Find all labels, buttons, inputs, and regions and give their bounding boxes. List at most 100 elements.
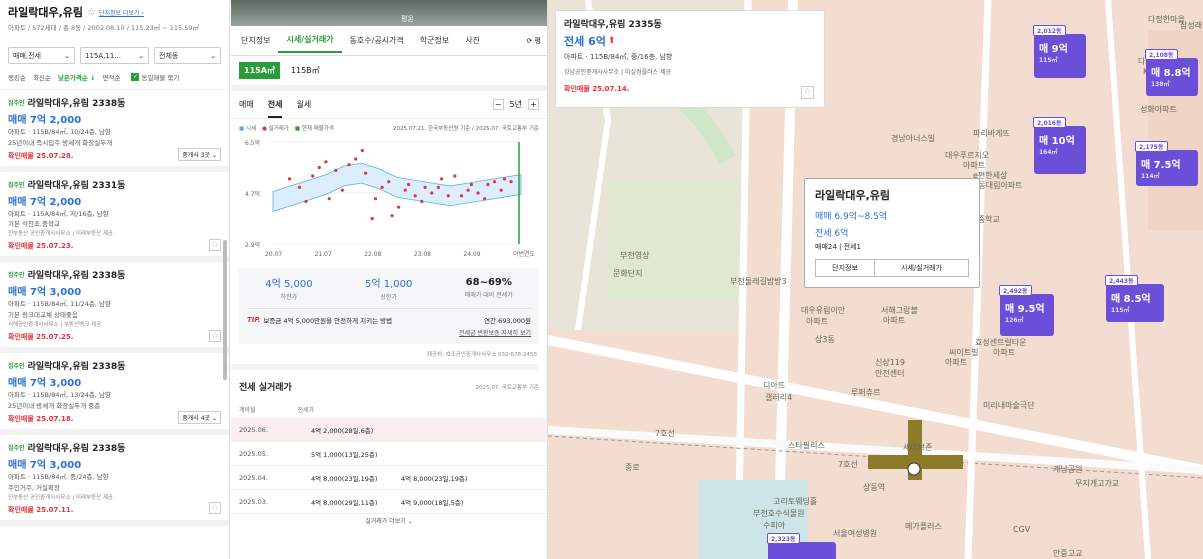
subtab-sale[interactable]: 매매: [239, 99, 254, 110]
tab-unit-price[interactable]: 동호수/공시가격: [342, 29, 412, 53]
actual-trade-point: [363, 171, 368, 175]
marker-price: 매 10억: [1039, 136, 1075, 147]
price-marker[interactable]: 2,175동 매 7.5억 114㎡: [1135, 141, 1198, 186]
actual-trade-point: [499, 188, 503, 192]
owner-tag: 집주인: [8, 100, 25, 107]
listing-agency: 서해공인중개사사무소 | 부동산뱅크 제공: [8, 322, 102, 329]
listing-name: 라일락대우,유림 2338동: [27, 443, 126, 454]
agency-count-button[interactable]: 중개사 3곳 ⌄: [178, 147, 221, 161]
period-plus-button[interactable]: +: [528, 99, 539, 110]
x-tick-label: 22.08: [364, 251, 381, 258]
trade-price: 4억 2,000(28일,6층): [311, 426, 374, 435]
favorite-star-icon[interactable]: ☆: [87, 7, 96, 18]
confirm-date: 확인매물 25.07.28.: [8, 151, 74, 160]
list-scrollbar[interactable]: [223, 240, 227, 380]
listing-item[interactable]: 집주인 라일락대우,유림 2338동 매매 7억 3,000 아파트 · 115B…: [0, 353, 229, 435]
sort-area[interactable]: 면적순: [103, 72, 121, 82]
marker-area: 126㎡: [1005, 317, 1024, 324]
complex-info-link[interactable]: 단지정보 더보기 ›: [99, 8, 144, 17]
favorite-icon[interactable]: ☆: [209, 238, 221, 251]
listing-card[interactable]: 라일락대우,유림 2335동 전세 6억 ⬆ 아파트 · 115B/84㎡, 중/…: [555, 10, 825, 108]
tab-school[interactable]: 학군정보: [412, 29, 457, 53]
marker-area: 114㎡: [1141, 173, 1160, 180]
price-chart[interactable]: 6.5억 4.7억 2.9억 20.07 21.07 22.08 23.08 24.09 이번연…: [231, 134, 548, 264]
complex-meta: 아파트 / 572세대 / 총 8동 / 2002.08.10 / 115.23…: [8, 24, 200, 32]
owner-tag: 집주인: [8, 272, 25, 280]
trade-month: 2025.05.: [239, 449, 268, 458]
actual-trade-point: [347, 163, 351, 167]
map-label: 7호선: [655, 429, 675, 438]
listing-name: 라일락대우,유림 2338동: [27, 99, 126, 109]
tab-photos[interactable]: 사진: [457, 29, 488, 53]
actual-trade-point: [413, 194, 417, 198]
trade-row: 2025.06. 4억 2,000(28일,6층): [231, 418, 547, 442]
card-favorite-icon[interactable]: ☆: [801, 86, 814, 99]
map-view[interactable]: 다정한마을삼성래미안아파트다정한마을KCC스위첸파리바게뜨성화아파트경남아너스빌…: [548, 0, 1203, 559]
price-marker[interactable]: 2,492동 매 9.5억 126㎡: [999, 285, 1054, 336]
marker-area: 164㎡: [1039, 149, 1058, 156]
marker-area: 138㎡: [1151, 81, 1170, 88]
popup-info-button[interactable]: 단지정보: [816, 260, 876, 276]
x-tick-label: 21.07: [315, 251, 332, 258]
stat-low: 4억 5,000 하한가: [265, 279, 313, 301]
map-label: 스타필리스: [788, 441, 825, 450]
map-label: 안중고교: [1053, 549, 1083, 558]
map-label: 수피아: [763, 521, 786, 530]
filter-building[interactable]: 전체동 ⌄: [154, 47, 222, 64]
complex-popup[interactable]: 라일락대우,유림 매매 6.9억~8.5억 전세 6억 매매24 | 전세1 단…: [804, 178, 980, 288]
sort-low-price[interactable]: 낮은가격순 ↓: [58, 72, 96, 82]
price-marker[interactable]: 2,016동 매 10억 164㎡: [1033, 117, 1086, 174]
trade-source: 2025.07. 국토교통부 기준: [475, 384, 539, 391]
refresh-button[interactable]: ⟳ 평: [526, 36, 541, 46]
price-marker[interactable]: 2,443동 매 8.5억 115㎡: [1105, 275, 1164, 322]
listing-detail: 아파트 · 115B/84㎡, 13/24층, 남향: [8, 391, 111, 400]
area-115b[interactable]: 115B㎡: [286, 62, 325, 79]
subtab-jeonse[interactable]: 전세: [267, 99, 283, 118]
listing-detail: 아파트 · 115B/84㎡, 11/24층, 남향: [8, 300, 111, 309]
map-label: 아파트: [945, 358, 968, 367]
listing-item[interactable]: 집주인 라일락대우,유림 2338동 매매 7억 3,000 아파트 · 115B…: [0, 435, 229, 526]
owner-tag: 집주인: [8, 444, 25, 452]
filter-trade-type[interactable]: 매매,전세 ⌄: [8, 47, 76, 64]
trade-price-2: 4억 8,000(23일,19층): [401, 474, 468, 483]
subtab-monthly[interactable]: 월세: [296, 99, 311, 110]
map-label: 디아뜨: [763, 381, 786, 390]
actual-trade-point: [446, 194, 450, 198]
listing-item[interactable]: 집주인 라일락대우,유림 2338동 매매 7억 2,000 아파트 · 115B…: [0, 90, 229, 172]
tab-price[interactable]: 시세/실거래가: [278, 29, 342, 53]
price-marker[interactable]: 2,012동 매 9억 115㎡: [1033, 25, 1086, 78]
listing-detail: 아파트 · 115B/84㎡, 중/24층, 남향: [8, 472, 109, 481]
area-115a[interactable]: 115A㎡: [239, 62, 280, 79]
agency-count-button[interactable]: 중개사 4곳 ⌄: [178, 410, 221, 424]
sort-latest[interactable]: 최신순: [33, 72, 51, 82]
favorite-icon[interactable]: ☆: [209, 502, 221, 515]
listing-item[interactable]: 집주인 라일락대우,유림 2338동 매매 7억 3,000 아파트 · 115B…: [0, 262, 229, 354]
more-trades-button[interactable]: 실거래가 더보기 ⌄: [231, 516, 547, 525]
market-range-area: [272, 162, 522, 212]
same-listing-toggle[interactable]: ✓ 동일매물 묶기: [131, 72, 179, 82]
actual-trade-point: [430, 191, 434, 195]
map-label: 안전센터: [875, 369, 905, 378]
listing-item[interactable]: 집주인 라일락대우,유림 2331동 매매 7억 2,000 아파트 · 115A…: [0, 172, 229, 263]
confirm-date: 확인매물 25.07.25.: [8, 333, 74, 342]
filter-area[interactable]: 115A,11... ⌄: [80, 47, 149, 64]
price-marker[interactable]: 2,108동 매 8.8억 138㎡: [1145, 49, 1198, 96]
sort-ranking[interactable]: 랭킹순: [8, 72, 26, 82]
marker-price: 매 9.5억: [1005, 304, 1045, 315]
marker-price: 매 9억: [1039, 44, 1068, 55]
trade-price: 4억 8,000(23일,19층): [311, 474, 378, 483]
listing-detail: 아파트 · 115B/84㎡, 10/24층, 남향: [8, 128, 111, 136]
popup-price-button[interactable]: 시세/실거래가: [875, 260, 968, 276]
map-label: 종로: [625, 463, 640, 472]
favorite-icon[interactable]: ☆: [209, 329, 221, 342]
tab-complex-info[interactable]: 단지정보: [233, 29, 278, 53]
tip-link[interactable]: 전세금 반환보증 자세히 보기: [239, 328, 531, 337]
map-label: 서울여성병원: [833, 529, 878, 538]
listing-agency: 진부동산 공인중개사사무소 | 미래부동산 제공: [8, 494, 113, 501]
trade-title: 전세 실거래가: [239, 383, 292, 393]
map-label: CGV: [1013, 525, 1031, 534]
price-marker[interactable]: 2,323동: [767, 533, 836, 559]
period-minus-button[interactable]: −: [492, 99, 504, 110]
map-label: 메가플러스: [905, 522, 942, 531]
checkbox-icon: ✓: [131, 73, 140, 81]
